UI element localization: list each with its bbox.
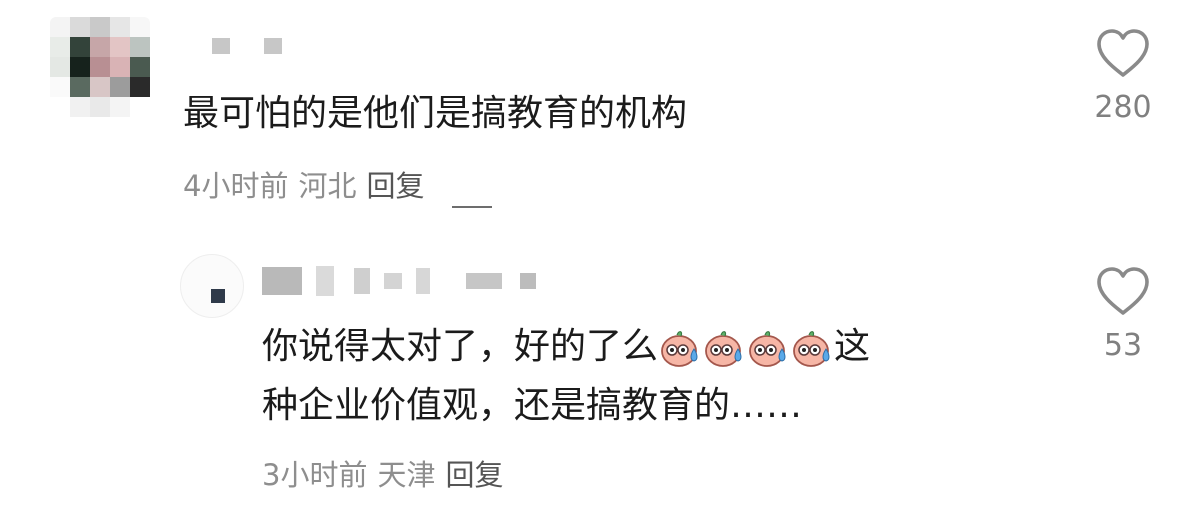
comment-time: 4小时前: [183, 169, 289, 203]
reply-button[interactable]: 回复: [366, 169, 424, 203]
avatar[interactable]: [50, 17, 150, 117]
comment-text-part2: 这: [834, 326, 871, 367]
sweating-pig-emoji-icon: [749, 331, 786, 367]
like-count: 53: [1103, 328, 1143, 363]
username-blurred[interactable]: [262, 266, 536, 296]
reply-button[interactable]: 回复: [445, 458, 503, 492]
like-group: 280: [1078, 28, 1168, 125]
heart-outline-icon[interactable]: [1095, 28, 1151, 80]
comment-meta: 4小时前 河北 回复: [183, 163, 434, 205]
like-group: 53: [1078, 266, 1168, 363]
comment-meta: 3小时前 天津 回复: [262, 452, 513, 494]
username-blurred[interactable]: [212, 38, 282, 54]
comment-location: 河北: [298, 169, 357, 203]
comment-text: 你说得太对了，好的了么 这: [262, 326, 870, 369]
comment-text-line2: 种企业价值观，还是搞教育的……: [262, 385, 803, 426]
comment-time: 3小时前: [262, 458, 368, 492]
like-count: 280: [1094, 90, 1152, 125]
sweating-pig-emoji-icon: [793, 331, 830, 367]
reply-underline: [452, 206, 492, 208]
sweating-pig-emoji-icon: [705, 331, 742, 367]
comment-text: 最可怕的是他们是搞教育的机构: [183, 93, 688, 134]
heart-outline-icon[interactable]: [1095, 266, 1151, 318]
comment-location: 天津: [377, 458, 436, 492]
comment-text-part1: 你说得太对了，好的了么: [262, 326, 659, 367]
avatar[interactable]: [180, 254, 244, 318]
sweating-pig-emoji-icon: [661, 331, 698, 367]
